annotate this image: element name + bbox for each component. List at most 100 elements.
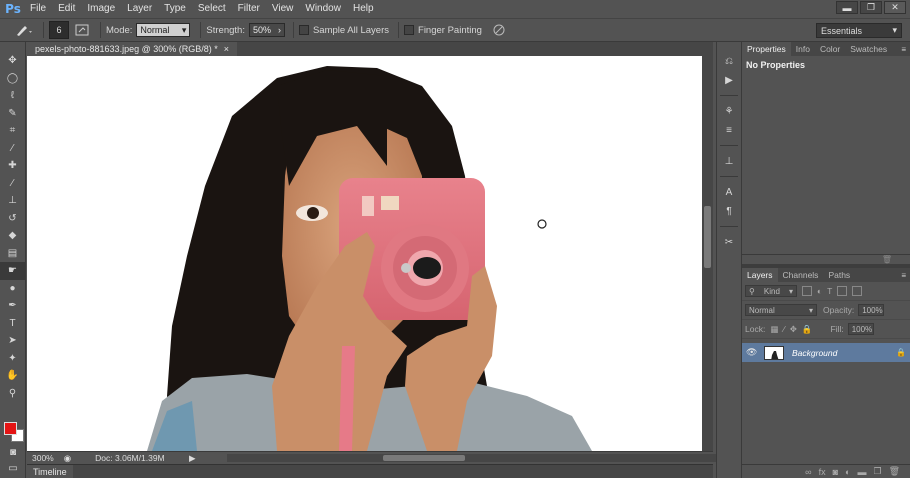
vertical-scrollbar[interactable] bbox=[702, 56, 713, 451]
mask-icon[interactable]: ◙ bbox=[833, 467, 838, 477]
adjustment-filter-icon[interactable]: ◐ bbox=[817, 286, 822, 296]
brush-panel-icon[interactable] bbox=[75, 23, 89, 37]
lock-pixels-icon[interactable]: ∕ bbox=[783, 324, 784, 334]
quick-select-icon[interactable]: ✎ bbox=[0, 105, 25, 123]
strength-input[interactable]: 50% › bbox=[248, 23, 285, 37]
zoom-level[interactable]: 300% bbox=[32, 453, 54, 463]
clone-stamp-icon[interactable]: ⊥ bbox=[0, 192, 25, 210]
layer-name[interactable]: Background bbox=[792, 348, 837, 358]
shape-icon[interactable]: ✦ bbox=[0, 350, 25, 368]
adjustments-panel-icon[interactable]: ≡ bbox=[717, 121, 741, 139]
panel-menu-icon[interactable]: ≡ bbox=[901, 45, 906, 54]
brush-icon[interactable]: ∕ bbox=[0, 175, 25, 193]
status-info-icon[interactable]: ◉ bbox=[64, 453, 71, 464]
adjustment-layer-icon[interactable]: ◐ bbox=[845, 467, 850, 477]
smart-object-filter-icon[interactable] bbox=[852, 286, 863, 296]
marquee-icon[interactable]: ◯ bbox=[0, 70, 25, 88]
type-icon[interactable]: T bbox=[0, 315, 25, 333]
trash-icon[interactable]: 🗑 bbox=[882, 255, 892, 264]
quick-mask-icon[interactable]: ◙ bbox=[0, 444, 26, 462]
smudge-icon[interactable]: ☛ bbox=[0, 262, 25, 280]
menu-file[interactable]: File bbox=[24, 0, 52, 18]
fill-input[interactable]: 100% bbox=[847, 323, 874, 335]
pen-icon[interactable]: ✒ bbox=[0, 297, 25, 315]
tool-presets-icon[interactable]: ✂ bbox=[717, 233, 741, 251]
screen-mode-icon[interactable]: ▭ bbox=[0, 460, 26, 478]
close-button[interactable]: ✕ bbox=[884, 1, 906, 14]
pixel-filter-icon[interactable] bbox=[802, 286, 812, 296]
status-menu-arrow-icon[interactable]: ▶ bbox=[189, 453, 196, 464]
menu-type[interactable]: Type bbox=[158, 0, 192, 18]
menu-view[interactable]: View bbox=[266, 0, 300, 18]
tab-info[interactable]: Info bbox=[791, 42, 815, 56]
vertical-scroll-thumb[interactable] bbox=[704, 206, 711, 268]
lock-transparent-icon[interactable]: ▦ bbox=[770, 324, 778, 335]
brush-size-picker[interactable]: 6 bbox=[49, 21, 69, 39]
tab-swatches[interactable]: Swatches bbox=[845, 42, 892, 56]
type-filter-icon[interactable]: T bbox=[827, 286, 832, 296]
path-select-icon[interactable]: ➤ bbox=[0, 332, 25, 350]
zoom-icon[interactable]: ⚲ bbox=[0, 385, 25, 403]
menu-layer[interactable]: Layer bbox=[121, 0, 158, 18]
lock-position-icon[interactable]: ✥ bbox=[790, 324, 797, 335]
menu-edit[interactable]: Edit bbox=[52, 0, 81, 18]
minimize-button[interactable]: ▬ bbox=[836, 1, 858, 14]
move-icon[interactable]: ✥ bbox=[0, 52, 25, 70]
character-panel-icon[interactable]: A bbox=[717, 183, 741, 201]
history-brush-icon[interactable]: ↺ bbox=[0, 210, 25, 228]
layer-row[interactable]: 👁 Background 🔒 bbox=[742, 343, 910, 362]
color-swatches[interactable] bbox=[4, 422, 24, 444]
menu-window[interactable]: Window bbox=[299, 0, 347, 18]
eyedropper-icon[interactable]: ⁄ bbox=[0, 140, 25, 158]
restore-button[interactable]: ❐ bbox=[860, 1, 882, 14]
paragraph-panel-icon[interactable]: ¶ bbox=[717, 202, 741, 220]
opacity-input[interactable]: 100% bbox=[858, 304, 885, 316]
finger-painting-checkbox[interactable] bbox=[404, 25, 415, 35]
menu-help[interactable]: Help bbox=[347, 0, 380, 18]
lasso-icon[interactable]: ℓ bbox=[0, 87, 25, 105]
tab-paths[interactable]: Paths bbox=[823, 268, 855, 282]
pressure-icon[interactable] bbox=[492, 23, 506, 37]
workspace-switcher[interactable]: Essentials ▾ bbox=[816, 23, 902, 38]
gradient-icon[interactable]: ▤ bbox=[0, 245, 25, 263]
eye-icon[interactable]: 👁 bbox=[746, 347, 758, 358]
document-canvas[interactable] bbox=[27, 56, 702, 451]
actions-panel-icon[interactable]: ▶ bbox=[717, 71, 741, 89]
lock-all-icon[interactable]: 🔒 bbox=[802, 324, 813, 335]
new-layer-icon[interactable]: ❐ bbox=[873, 466, 881, 477]
sample-all-layers-checkbox[interactable] bbox=[298, 25, 309, 35]
history-panel-icon[interactable]: ⎌ bbox=[717, 52, 741, 70]
tab-properties[interactable]: Properties bbox=[742, 42, 791, 56]
folder-icon[interactable]: ▬ bbox=[857, 467, 866, 477]
search-icon: ⚲ bbox=[749, 286, 755, 296]
eraser-icon[interactable]: ◆ bbox=[0, 227, 25, 245]
crop-icon[interactable]: ⌗ bbox=[0, 122, 25, 140]
menu-filter[interactable]: Filter bbox=[232, 0, 266, 18]
spot-healing-icon[interactable]: ✚ bbox=[0, 157, 25, 175]
horizontal-scrollbar[interactable] bbox=[227, 454, 727, 462]
hand-icon[interactable]: ✋ bbox=[0, 367, 25, 385]
foreground-color-swatch[interactable] bbox=[4, 422, 17, 435]
tool-preset-picker[interactable] bbox=[10, 20, 38, 40]
layers-panel-menu-icon[interactable]: ≡ bbox=[901, 271, 906, 280]
clone-source-icon[interactable]: ⊥ bbox=[717, 152, 741, 170]
blend-mode-select[interactable]: Normal ▾ bbox=[745, 304, 817, 316]
timeline-tab[interactable]: Timeline bbox=[27, 465, 73, 478]
shape-filter-icon[interactable] bbox=[837, 286, 848, 296]
tab-channels[interactable]: Channels bbox=[778, 268, 824, 282]
fx-icon[interactable]: fx bbox=[819, 467, 826, 477]
document-tab[interactable]: pexels-photo-881633.jpeg @ 300% (RGB/8) … bbox=[27, 42, 238, 56]
horizontal-scroll-thumb[interactable] bbox=[383, 455, 465, 461]
trash-icon[interactable]: 🗑 bbox=[889, 466, 900, 477]
brush-presets-icon[interactable]: ⚘ bbox=[717, 102, 741, 120]
mode-select[interactable]: Normal ▾ bbox=[136, 23, 191, 37]
dodge-icon[interactable]: ● bbox=[0, 280, 25, 298]
tab-layers[interactable]: Layers bbox=[742, 268, 778, 282]
layer-kind-filter[interactable]: ⚲ Kind ▾ bbox=[745, 285, 797, 297]
tab-color[interactable]: Color bbox=[815, 42, 845, 56]
tab-close-icon[interactable]: × bbox=[224, 42, 229, 56]
link-icon[interactable]: ∞ bbox=[805, 467, 811, 477]
fill-label: Fill: bbox=[830, 324, 844, 334]
menu-image[interactable]: Image bbox=[81, 0, 121, 18]
menu-select[interactable]: Select bbox=[192, 0, 232, 18]
